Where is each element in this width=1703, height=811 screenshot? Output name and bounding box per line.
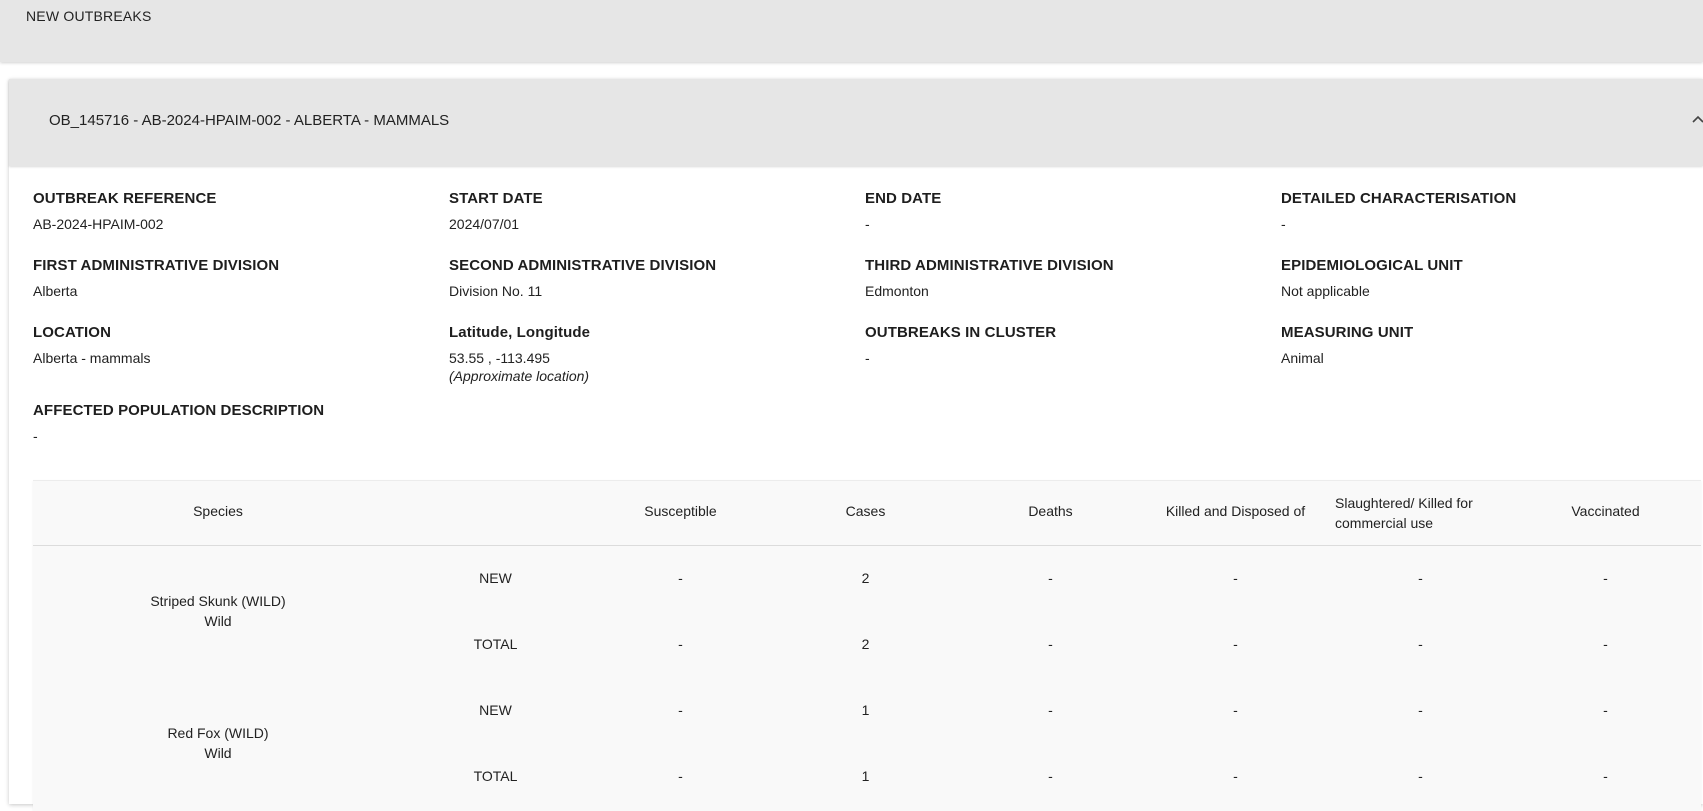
field-outbreaks-in-cluster: OUTBREAKS IN CLUSTER -	[865, 324, 1056, 366]
field-lat-long: Latitude, Longitude 53.55 , -113.495 (Ap…	[449, 324, 590, 384]
end-date-value: -	[865, 216, 870, 232]
cell-killed-disposed: -	[1233, 768, 1238, 784]
header-vaccinated: Vaccinated	[1571, 503, 1640, 519]
lat-long-label: Latitude, Longitude	[449, 324, 591, 341]
detailed-characterisation-label: DETAILED CHARACTERISATION	[1281, 190, 1517, 207]
third-admin-division-value: Edmonton	[865, 283, 929, 299]
affected-population-label: AFFECTED POPULATION DESCRIPTION	[33, 402, 325, 419]
third-admin-division-label: THIRD ADMINISTRATIVE DIVISION	[865, 257, 1114, 274]
start-date-label: START DATE	[449, 190, 543, 207]
field-epidemiological-unit: EPIDEMIOLOGICAL UNIT Not applicable	[1281, 257, 1463, 299]
cell-cases: 1	[861, 768, 870, 784]
header-deaths: Deaths	[1028, 503, 1073, 519]
species-name-text: Striped Skunk (WILD)	[150, 593, 286, 609]
detailed-characterisation-value: -	[1281, 216, 1286, 232]
field-location: LOCATION Alberta - mammals	[33, 324, 150, 366]
end-date-label: END DATE	[865, 190, 942, 207]
outbreak-reference-label: OUTBREAK REFERENCE	[33, 190, 217, 207]
epidemiological-unit-value: Not applicable	[1281, 283, 1370, 299]
outbreak-heading: OB_145716 - AB-2024-HPAIM-002 - ALBERTA …	[49, 112, 450, 129]
row-label-new: NEW	[479, 570, 512, 586]
approximate-location-note: (Approximate location)	[449, 368, 590, 384]
lat-long-value: 53.55 , -113.495	[449, 350, 550, 366]
species-category: Wild	[204, 613, 232, 629]
first-admin-division-label: FIRST ADMINISTRATIVE DIVISION	[33, 257, 280, 274]
cell-susceptible: -	[678, 636, 683, 652]
outbreak-panel-header[interactable]: OB_145716 - AB-2024-HPAIM-002 - ALBERTA …	[9, 79, 1703, 166]
cell-cases: 1	[861, 702, 870, 718]
row-label-new: NEW	[479, 702, 512, 718]
outbreaks-in-cluster-value: -	[865, 350, 870, 366]
cell-susceptible: -	[678, 570, 683, 586]
measuring-unit-value: Animal	[1281, 350, 1324, 366]
field-measuring-unit: MEASURING UNIT Animal	[1281, 324, 1413, 366]
cell-slaughtered: -	[1418, 768, 1423, 784]
second-admin-division-value: Division No. 11	[449, 283, 543, 299]
header-divider	[33, 545, 1701, 546]
top-bar: NEW OUTBREAKS	[0, 0, 1703, 62]
header-susceptible: Susceptible	[644, 503, 717, 519]
cell-susceptible: -	[678, 768, 683, 784]
field-third-admin-division: THIRD ADMINISTRATIVE DIVISION Edmonton	[865, 257, 1114, 299]
species-name: Striped Skunk (WILD) Wild	[33, 591, 403, 631]
outbreak-panel: OB_145716 - AB-2024-HPAIM-002 - ALBERTA …	[9, 79, 1703, 811]
field-outbreak-reference: OUTBREAK REFERENCE AB-2024-HPAIM-002	[33, 190, 216, 232]
cell-deaths: -	[1048, 636, 1053, 652]
cell-susceptible: -	[678, 702, 683, 718]
cell-killed-disposed: -	[1233, 636, 1238, 652]
field-end-date: END DATE -	[865, 190, 941, 232]
cell-killed-disposed: -	[1233, 570, 1238, 586]
row-label-total: TOTAL	[473, 636, 518, 652]
outbreak-reference-value: AB-2024-HPAIM-002	[33, 216, 164, 232]
cell-deaths: -	[1048, 570, 1053, 586]
cell-slaughtered: -	[1418, 636, 1423, 652]
field-affected-population: AFFECTED POPULATION DESCRIPTION -	[33, 402, 324, 444]
species-category: Wild	[204, 745, 232, 761]
cell-cases: 2	[861, 570, 870, 586]
header-species: Species	[193, 503, 243, 519]
cell-vaccinated: -	[1603, 702, 1608, 718]
header-killed-disposed: Killed and Disposed of	[1165, 503, 1306, 519]
location-value: Alberta - mammals	[33, 350, 151, 366]
second-admin-division-label: SECOND ADMINISTRATIVE DIVISION	[449, 257, 717, 274]
first-admin-division-value: Alberta	[33, 283, 78, 299]
header-cases: Cases	[845, 503, 886, 519]
header-slaughtered: Slaughtered/ Killed for commercial use	[1335, 495, 1473, 531]
species-name-text: Red Fox (WILD)	[167, 725, 269, 741]
affected-population-value: -	[33, 428, 38, 444]
cell-vaccinated: -	[1603, 570, 1608, 586]
field-second-admin-division: SECOND ADMINISTRATIVE DIVISION Division …	[449, 257, 716, 299]
cell-vaccinated: -	[1603, 636, 1608, 652]
field-detailed-characterisation: DETAILED CHARACTERISATION -	[1281, 190, 1516, 232]
field-first-admin-division: FIRST ADMINISTRATIVE DIVISION Alberta	[33, 257, 279, 299]
chevron-up-icon[interactable]	[1687, 109, 1703, 131]
field-start-date: START DATE 2024/07/01	[449, 190, 543, 232]
cell-killed-disposed: -	[1233, 702, 1238, 718]
measuring-unit-label: MEASURING UNIT	[1281, 324, 1414, 341]
cell-slaughtered: -	[1418, 570, 1423, 586]
cell-deaths: -	[1048, 768, 1053, 784]
page-title: NEW OUTBREAKS	[26, 8, 152, 24]
start-date-value: 2024/07/01	[449, 216, 520, 232]
epidemiological-unit-label: EPIDEMIOLOGICAL UNIT	[1281, 257, 1463, 274]
row-label-total: TOTAL	[473, 768, 518, 784]
cell-slaughtered: -	[1418, 702, 1423, 718]
cell-cases: 2	[861, 636, 870, 652]
cell-vaccinated: -	[1603, 768, 1608, 784]
cell-deaths: -	[1048, 702, 1053, 718]
location-label: LOCATION	[33, 324, 112, 341]
species-name: Red Fox (WILD) Wild	[33, 723, 403, 763]
outbreaks-in-cluster-label: OUTBREAKS IN CLUSTER	[865, 324, 1057, 341]
species-table: Species Susceptible Cases Deaths Killed …	[33, 480, 1701, 811]
